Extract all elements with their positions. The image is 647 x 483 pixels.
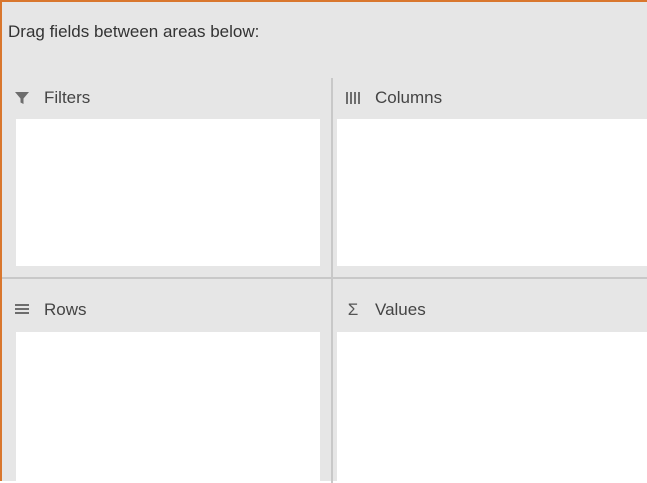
- values-area-header: Σ Values: [343, 296, 426, 324]
- rows-area-label: Rows: [44, 300, 87, 319]
- values-area-label: Values: [375, 300, 426, 319]
- pivot-field-areas-pane: Drag fields between areas below: Filters…: [0, 0, 647, 483]
- rows-area-header: Rows: [12, 296, 87, 324]
- horizontal-divider: [2, 277, 647, 279]
- sigma-icon: Σ: [347, 300, 359, 319]
- vertical-divider: [331, 78, 333, 483]
- drag-instruction-text: Drag fields between areas below:: [8, 22, 260, 41]
- rows-drop-zone[interactable]: [16, 332, 320, 483]
- columns-icon: [343, 90, 363, 106]
- columns-drop-zone[interactable]: [337, 119, 647, 266]
- values-drop-zone[interactable]: [337, 332, 647, 483]
- rows-icon: [12, 302, 32, 318]
- columns-area-header: Columns: [343, 84, 442, 112]
- filters-area-label: Filters: [44, 88, 91, 107]
- filters-drop-zone[interactable]: [16, 119, 320, 266]
- filter-icon: [12, 90, 32, 106]
- columns-area-label: Columns: [375, 88, 443, 107]
- filters-area-header: Filters: [12, 84, 90, 112]
